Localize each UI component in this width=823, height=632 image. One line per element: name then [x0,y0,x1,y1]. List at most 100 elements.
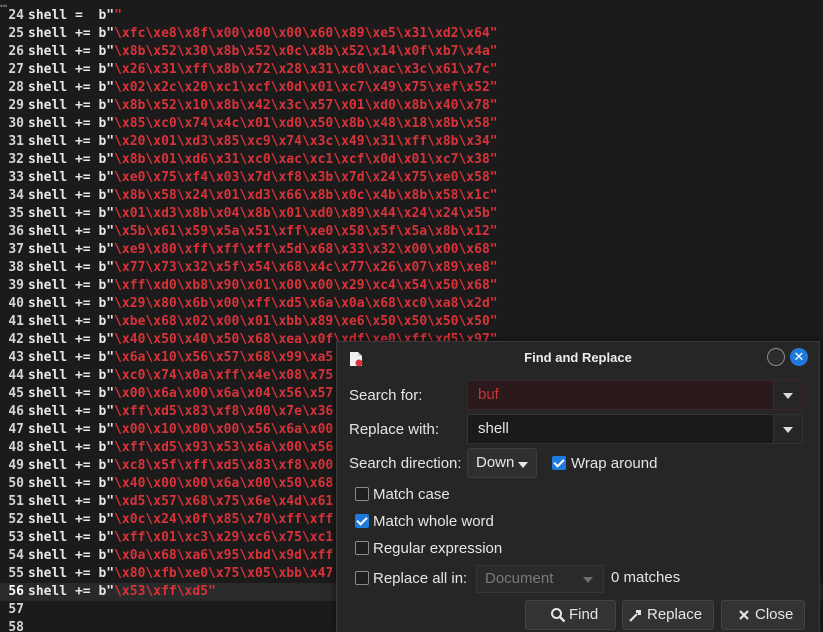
code-line[interactable]: 26 shell += b"\x8b\x52\x30\x8b\x52\x0c\x8… [0,43,823,61]
code-keyword: shell += b [28,62,107,77]
code-string: \x26\x31\xff\x8b\x72\x28\x31\xc0\xac\x3c… [114,62,490,77]
string-quote: " [106,584,115,599]
code-line[interactable]: 32 shell += b"\x8b\x01\xd6\x31\xc0\xac\xc… [0,151,823,169]
code-keyword: shell += b [28,530,107,545]
line-number: 55 [8,566,24,581]
code-line[interactable]: 33 shell += b"\xe0\x75\xf4\x03\x7d\xf8\x3… [0,169,823,187]
minimize-button[interactable] [767,348,785,366]
regex-label: Regular expression [373,540,503,557]
search-icon [551,608,566,623]
string-quote: " [106,8,115,23]
string-quote: " [489,116,498,131]
chevron-down-icon [518,462,528,468]
string-quote: " [489,98,498,113]
code-keyword: shell += b [28,368,107,383]
code-keyword: shell += b [28,188,107,203]
line-number: 36 [8,224,24,239]
code-string: \xff\xd5\x83\xf8\x00\x7e\x36 [114,404,334,419]
code-line[interactable]: 30 shell += b"\x85\xc0\x74\x4c\x01\xd0\x5… [0,115,823,133]
close-window-button[interactable]: ✕ [790,348,808,366]
code-keyword: shell += b [28,242,107,257]
replace-input[interactable]: shell [478,415,509,443]
code-line[interactable]: 40 shell += b"\x29\x80\x6b\x00\xff\xd5\x6… [0,295,823,313]
code-string: \x77\x73\x32\x5f\x54\x68\x4c\x77\x26\x07… [114,260,490,275]
string-quote: " [106,476,115,491]
line-number: 46 [8,404,24,419]
code-line[interactable]: 41 shell += b"\xbe\x68\x02\x00\x01\xbb\x8… [0,313,823,331]
replace-all-checkbox[interactable] [355,571,369,585]
code-line[interactable]: 37 shell += b "\xe9\x80\xff\xff\xff\x5d\x6… [0,241,823,259]
regex-checkbox[interactable] [355,541,369,555]
code-keyword: shell += b [28,314,107,329]
dialog-title: Find and Replace [524,350,632,365]
code-line[interactable]: 36 shell += b"\x5b\x61\x59\x5a\x51\xff\xe… [0,223,823,241]
code-keyword: shell += b [28,260,107,275]
string-quote: " [106,548,115,563]
find-button-label: Find [569,606,599,623]
line-number: 39 [8,278,24,293]
replace-button[interactable]: Replace [622,600,714,630]
search-field[interactable]: buf [467,380,803,410]
code-line[interactable]: 31 shell += b"\x20\x01\xd3\x85\xc9\x74\x3… [0,133,823,151]
string-quote: " [106,530,115,545]
line-number: 51 [8,494,24,509]
line-number: 24 [8,8,24,23]
string-quote: " [106,296,115,311]
search-history-dropdown[interactable] [773,381,802,409]
replace-button-label: Replace [647,606,703,623]
line-number: 31 [8,134,24,149]
top-fragment: … [0,0,823,7]
string-quote: " [489,242,498,257]
code-keyword: shell += b [28,386,107,401]
string-quote: " [106,26,115,41]
replace-field[interactable]: shell [467,414,803,444]
line-number: 29 [8,98,24,113]
replace-history-dropdown[interactable] [773,415,802,443]
code-string: \xbe\x68\x02\x00\x01\xbb\x89\xe6\x50\x50… [114,314,490,329]
code-string: \xff\xd5\x93\x53\x6a\x00\x56 [114,440,334,455]
match-case-checkbox[interactable] [355,487,369,501]
replace-scope-select[interactable]: Document [476,565,604,593]
find-button[interactable]: Find [525,600,616,630]
string-quote: " [106,494,115,509]
code-string: \xc0\x74\x0a\xff\x4e\x08\x75 [114,368,334,383]
wrap-around-label: Wrap around [571,455,658,472]
match-whole-word-label: Match whole word [373,513,494,530]
string-quote: " [106,332,115,347]
code-line[interactable]: 28 shell += b"\x02\x2c\x20\xc1\xcf\x0d\x0… [0,79,823,97]
code-keyword: shell += b [28,512,107,527]
code-line[interactable]: 34 shell += b"\x8b\x58\x24\x01\xd3\x66\x8… [0,187,823,205]
string-quote: " [489,296,498,311]
code-keyword: shell += b [28,116,107,131]
string-quote: " [489,278,498,293]
code-line[interactable]: 27 shell += b"\x26\x31\xff\x8b\x72\x28\x3… [0,61,823,79]
code-string: \xff\xd0\xb8\x90\x01\x00\x00\x29\xc4\x54… [114,278,490,293]
code-keyword: shell += b [28,476,107,491]
code-keyword: shell += b [28,494,107,509]
code-line[interactable]: 24 shell = b"" [0,7,823,25]
line-number: 38 [8,260,24,275]
string-quote: " [106,44,115,59]
search-input[interactable]: buf [478,381,499,409]
line-number: 45 [8,386,24,401]
match-whole-word-checkbox[interactable] [355,514,369,528]
string-quote: " [489,152,498,167]
dialog-titlebar[interactable]: Find and Replace ✕ [337,342,819,374]
code-line[interactable]: 38 shell += b"\x77\x73\x32\x5f\x54\x68\x4… [0,259,823,277]
close-icon [739,610,749,620]
code-line[interactable]: 29 shell += b"\x8b\x52\x10\x8b\x42\x3c\x5… [0,97,823,115]
wrap-around-checkbox[interactable] [552,456,566,470]
code-string: \xc8\x5f\xff\xd5\x83\xf8\x00 [114,458,334,473]
direction-select[interactable]: Down [467,448,537,478]
code-line[interactable]: 25 shell += b"\xfc\xe8\x8f\x00\x00\x00\x6… [0,25,823,43]
line-number: 37 [8,242,24,257]
string-quote: " [489,62,498,77]
code-line[interactable]: 35 shell += b"\x01\xd3\x8b\x04\x8b\x01\xd… [0,205,823,223]
replace-icon [629,610,641,622]
string-quote: " [106,98,115,113]
line-number: 28 [8,80,24,95]
code-string: \xe9\x80\xff\xff\xff\x5d\x68\x33\x32\x00… [114,242,490,257]
code-line[interactable]: 39 shell += b"\xff\xd0\xb8\x90\x01\x00\x0… [0,277,823,295]
code-keyword: shell += b [28,98,107,113]
close-button[interactable]: Close [721,600,805,630]
